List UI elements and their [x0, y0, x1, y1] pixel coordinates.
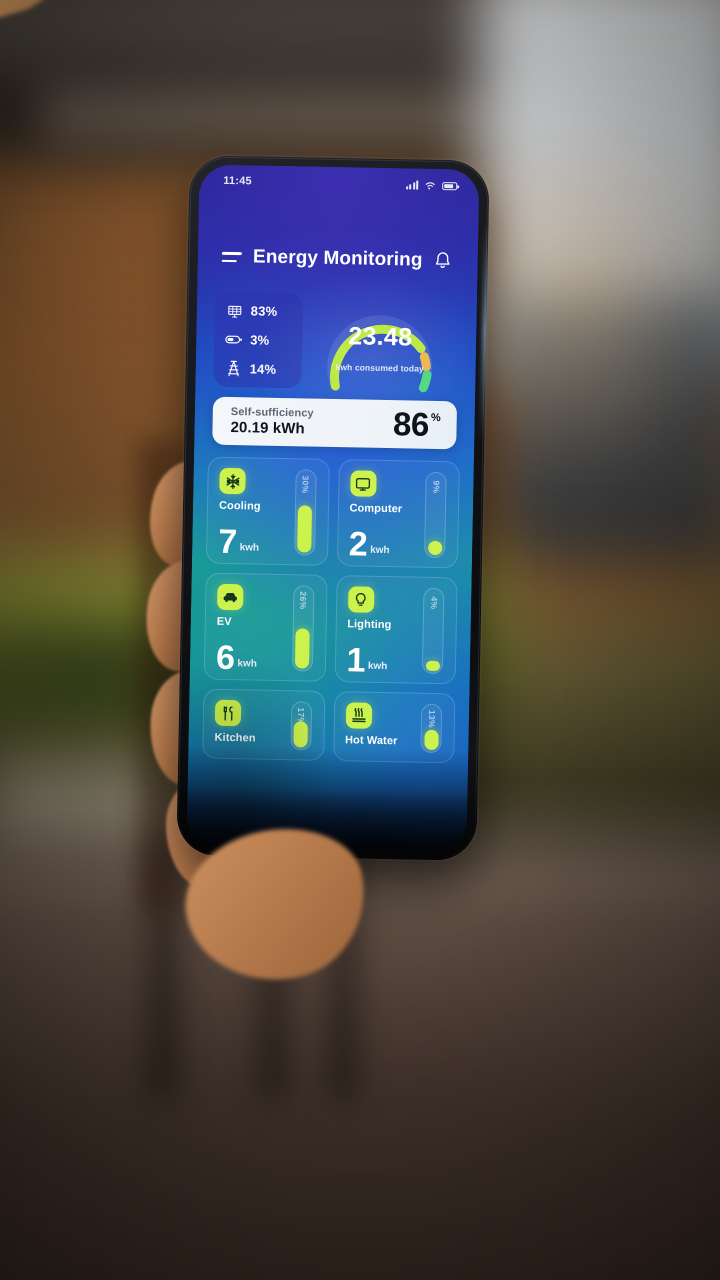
appliance-value: 7 [217, 522, 238, 561]
stat-grid-value: 14% [249, 361, 277, 377]
stat-battery[interactable]: 3% [225, 331, 302, 349]
appliance-unit: kwh [367, 660, 388, 673]
appliance-card-computer[interactable]: Computer 2 kwh 9% [336, 459, 460, 569]
appliance-bar: 26% [291, 585, 315, 672]
page-title: Energy Monitoring [252, 246, 423, 271]
signal-icon [406, 180, 419, 190]
gauge-readout: 23.48 kwh consumed today [320, 321, 441, 373]
appliance-percent: 30% [300, 475, 311, 494]
lightbulb-icon [347, 586, 374, 613]
battery-icon [225, 331, 242, 348]
appliance-value: 1 [346, 641, 366, 680]
appliance-card-cooling[interactable]: Cooling 7 kwh 30% [205, 456, 330, 566]
status-bar-icons [406, 179, 458, 191]
monitor-icon [349, 470, 377, 497]
self-sufficiency-text: Self-sufficiency 20.19 kWh [230, 406, 393, 439]
snowflake-icon [219, 467, 246, 495]
cutlery-icon [214, 699, 242, 727]
appliance-bar-fill [423, 729, 439, 750]
appliance-bar-fill [425, 660, 440, 671]
appliance-percent: 9% [430, 480, 442, 494]
heat-waves-icon [345, 702, 372, 729]
appliance-reading: 6 kwh [215, 638, 257, 677]
gauge-section: 23.48 kwh consumed today [301, 288, 459, 396]
solar-panel-icon [226, 302, 243, 319]
status-bar-time: 11:45 [223, 174, 252, 188]
appliance-unit: kwh [370, 544, 390, 557]
consumption-gauge: 23.48 kwh consumed today [319, 291, 441, 393]
appliance-bar: 30% [293, 469, 317, 556]
appliance-bar: 13% [420, 703, 443, 754]
hero-section: 83% 3% 14% 23.48 kwh consumed today [195, 286, 477, 396]
appliance-card-lighting[interactable]: Lighting 1 kwh 4% [334, 575, 458, 685]
self-sufficiency-percent: 86 % [392, 404, 441, 443]
appliance-bar: 4% [421, 587, 445, 675]
appliance-bar-fill [294, 627, 310, 669]
stat-grid[interactable]: 14% [224, 360, 301, 378]
gauge-arc-secondary [418, 369, 432, 392]
appliance-card-ev[interactable]: EV 6 kwh 26% [203, 572, 328, 682]
appliance-bar-fill [297, 504, 313, 553]
appliance-grid: Cooling 7 kwh 30% Computer 2 kwh 9% EV 6… [202, 456, 460, 764]
appliance-reading: 7 kwh [217, 522, 260, 561]
bell-icon[interactable] [432, 250, 454, 272]
stat-battery-value: 3% [250, 332, 270, 348]
appliance-card-kitchen[interactable]: Kitchen 17% [202, 688, 325, 761]
appliance-bar: 9% [424, 471, 447, 559]
self-sufficiency-card[interactable]: Self-sufficiency 20.19 kWh 86 % [212, 396, 458, 450]
appliance-bar-fill [293, 720, 308, 748]
stat-solar-value: 83% [250, 303, 278, 319]
appliance-reading: 1 kwh [346, 641, 388, 680]
appliance-percent: 4% [428, 596, 439, 610]
appliance-bar: 17% [289, 701, 312, 751]
gauge-value: 23.48 [348, 321, 413, 351]
stat-solar[interactable]: 83% [226, 302, 303, 320]
status-bar: 11:45 [199, 164, 480, 201]
hamburger-menu-icon[interactable] [221, 251, 244, 262]
appliance-value: 6 [215, 638, 235, 677]
appliance-card-hot-water[interactable]: Hot Water 13% [332, 691, 456, 764]
appliance-percent: 26% [298, 591, 309, 610]
app-bar: Energy Monitoring [197, 236, 478, 281]
self-sufficiency-value: 86 [392, 404, 430, 443]
appliance-percent: 13% [426, 709, 437, 728]
self-sufficiency-kwh: 20.19 kWh [230, 419, 305, 438]
appliance-unit: kwh [239, 542, 260, 554]
summary-stats-panel: 83% 3% 14% [213, 291, 304, 389]
appliance-reading: 2 kwh [348, 525, 390, 564]
grid-tower-icon [224, 360, 241, 377]
battery-icon [442, 181, 458, 191]
percent-symbol: % [430, 411, 441, 424]
appliance-unit: kwh [237, 658, 257, 670]
appliance-value: 2 [348, 525, 368, 564]
phone-screen[interactable]: 11:45 Energy Monitoring 83% 3% 14% 23.48… [186, 164, 480, 852]
wifi-icon [425, 182, 435, 190]
appliance-bar-fill [427, 540, 442, 555]
smartphone: 11:45 Energy Monitoring 83% 3% 14% 23.48… [176, 155, 490, 861]
car-icon [217, 583, 244, 611]
